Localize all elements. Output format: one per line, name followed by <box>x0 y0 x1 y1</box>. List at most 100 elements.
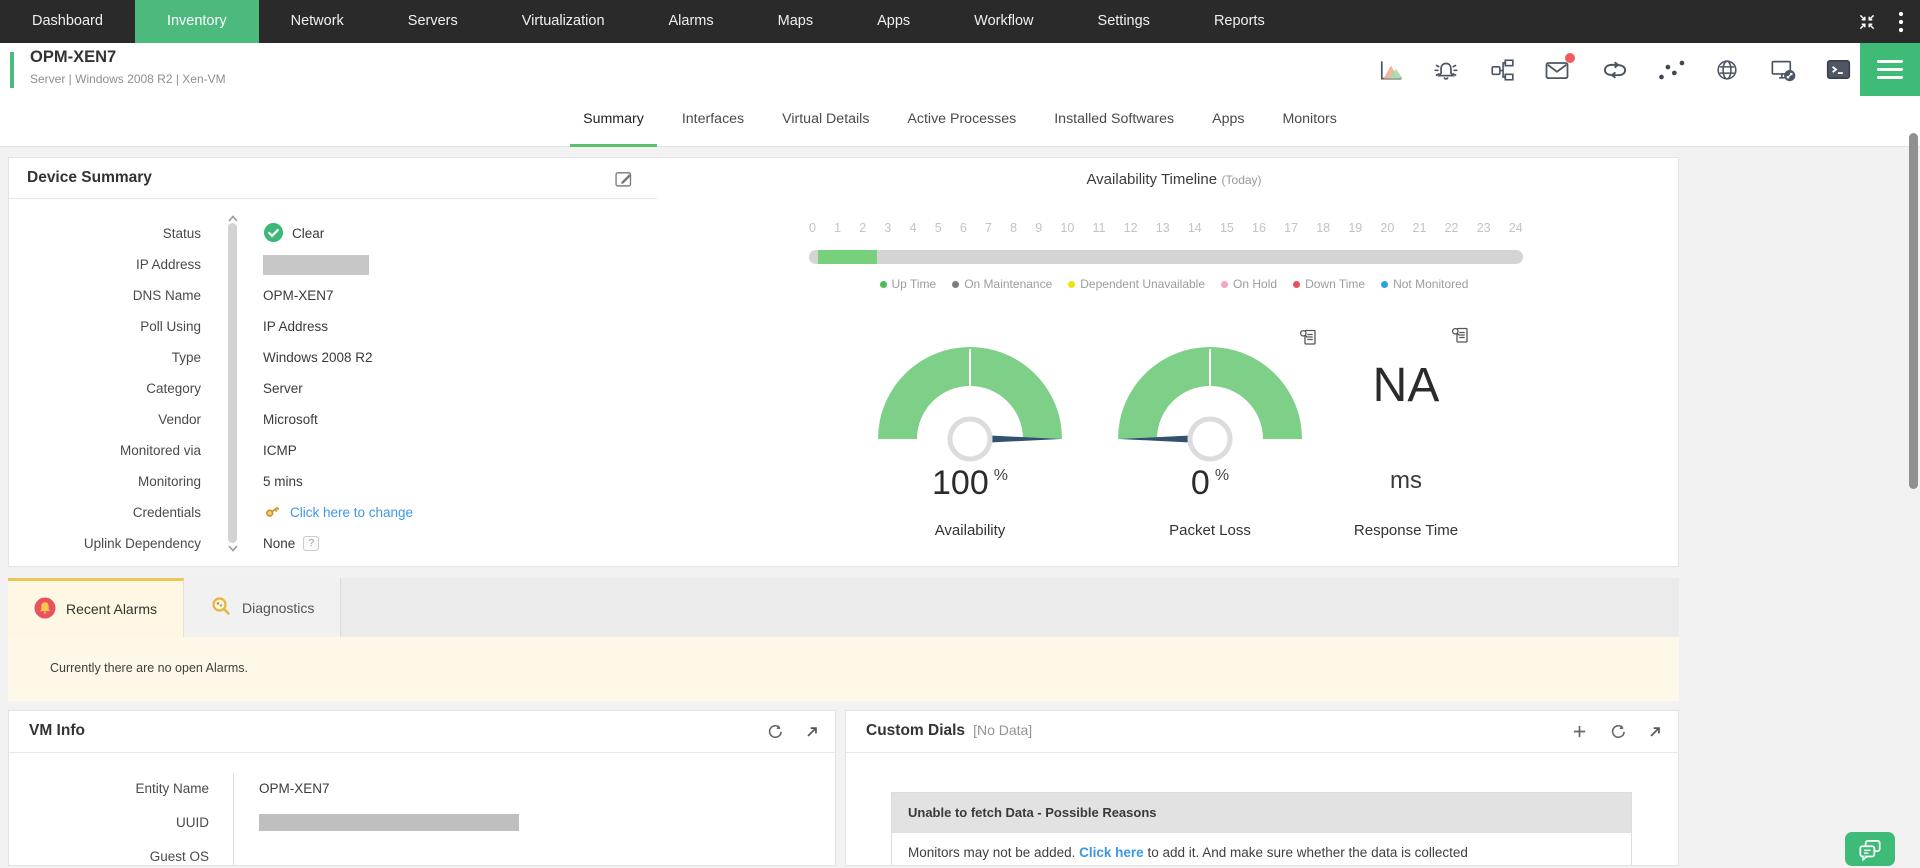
response-time-unit: ms <box>1276 467 1536 495</box>
gauge-label: Response Time <box>1276 522 1536 539</box>
availability-timeline-bar[interactable] <box>809 250 1523 264</box>
nav-item-alarms[interactable]: Alarms <box>637 0 746 43</box>
field-label: Monitored via <box>23 443 201 458</box>
mail-icon[interactable] <box>1543 57 1571 83</box>
field-label: Category <box>23 381 201 396</box>
hour-tick: 8 <box>1010 221 1017 235</box>
summary-row-vendor: Vendor Microsoft <box>23 404 647 435</box>
field-label: Credentials <box>23 505 201 520</box>
kebab-menu-icon[interactable] <box>1898 11 1904 33</box>
performance-chart-icon[interactable] <box>1378 57 1404 83</box>
nav-item-virtualization[interactable]: Virtualization <box>490 0 637 43</box>
help-badge[interactable]: ? <box>303 536 319 551</box>
error-title: Unable to fetch Data - Possible Reasons <box>892 793 1631 833</box>
web-globe-icon[interactable] <box>1714 57 1740 83</box>
nav-item-settings[interactable]: Settings <box>1066 0 1182 43</box>
legend-dot <box>1221 281 1228 288</box>
tab-label: Recent Alarms <box>66 601 157 617</box>
nav-item-dashboard[interactable]: Dashboard <box>0 0 135 43</box>
nav-item-network[interactable]: Network <box>259 0 376 43</box>
hamburger-menu-button[interactable] <box>1860 43 1920 96</box>
collapse-icon[interactable] <box>1856 11 1878 33</box>
credentials-change-link[interactable]: Click here to change <box>290 505 413 520</box>
field-label: Vendor <box>23 412 201 427</box>
summary-row-type: Type Windows 2008 R2 <box>23 342 647 373</box>
nav-item-workflow[interactable]: Workflow <box>942 0 1065 43</box>
field-label: Entity Name <box>9 781 209 796</box>
edit-icon[interactable] <box>613 168 634 194</box>
terminal-icon[interactable] <box>1825 57 1852 82</box>
expand-icon[interactable] <box>805 725 819 739</box>
hour-tick: 14 <box>1188 221 1202 235</box>
field-label: Status <box>23 226 201 241</box>
hour-tick: 7 <box>985 221 992 235</box>
field-value: Clear <box>263 222 647 246</box>
summary-row-dns-name: DNS Name OPM-XEN7 <box>23 280 647 311</box>
scrollbar-thumb[interactable] <box>228 223 237 543</box>
expand-icon[interactable] <box>1648 725 1662 739</box>
page-scrollbar-thumb[interactable] <box>1909 133 1918 489</box>
tab-interfaces[interactable]: Interfaces <box>669 96 757 147</box>
tab-diagnostics[interactable]: Diagnostics <box>184 578 341 637</box>
vm-info-title: VM Info <box>29 722 85 740</box>
tab-installed-softwares[interactable]: Installed Softwares <box>1041 96 1187 147</box>
nav-menu: DashboardInventoryNetworkServersVirtuali… <box>0 0 1297 43</box>
device-header: OPM-XEN7 Server | Windows 2008 R2 | Xen-… <box>0 43 1920 96</box>
tab-summary[interactable]: Summary <box>570 96 657 147</box>
hour-tick: 16 <box>1252 221 1266 235</box>
field-label: Monitoring <box>23 474 201 489</box>
hour-tick: 0 <box>809 221 816 235</box>
tab-monitors[interactable]: Monitors <box>1269 96 1349 147</box>
vm-row-entity-name: Entity Name OPM-XEN7 <box>9 778 835 799</box>
legend-on-hold: On Hold <box>1221 277 1277 291</box>
alarm-bell-icon[interactable] <box>1432 57 1460 83</box>
sparkline-icon[interactable] <box>1658 57 1686 83</box>
chat-support-button[interactable] <box>1845 832 1895 866</box>
add-dial-icon[interactable] <box>1572 724 1587 739</box>
custom-dials-panel: Custom Dials[No Data] Unable to fetch Da… <box>845 710 1679 866</box>
summary-row-category: Category Server <box>23 373 647 404</box>
nav-item-reports[interactable]: Reports <box>1182 0 1297 43</box>
legend-dot <box>1068 281 1075 288</box>
vm-info-header: VM Info <box>9 711 835 753</box>
dependency-link-icon[interactable] <box>1600 57 1630 83</box>
hour-tick: 13 <box>1156 221 1170 235</box>
workflow-icon[interactable] <box>1489 57 1515 83</box>
tab-recent-alarms[interactable]: Recent Alarms <box>8 578 184 637</box>
summary-row-ip-address: IP Address <box>23 249 647 280</box>
vm-info-fields: Entity Name OPM-XEN7 UUID Guest OS <box>9 778 835 866</box>
redacted-value <box>263 255 369 275</box>
tab-virtual-details[interactable]: Virtual Details <box>769 96 882 147</box>
device-title: OPM-XEN7 <box>30 48 116 67</box>
hour-tick: 21 <box>1413 221 1427 235</box>
nav-item-servers[interactable]: Servers <box>376 0 490 43</box>
tab-apps[interactable]: Apps <box>1199 96 1257 147</box>
refresh-icon[interactable] <box>1609 723 1626 740</box>
nav-item-inventory[interactable]: Inventory <box>135 0 259 43</box>
hour-tick: 22 <box>1445 221 1459 235</box>
add-monitor-link[interactable]: Click here <box>1079 845 1144 860</box>
vm-info-panel: VM Info Entity Name OPM-XEN7 UUID Guest … <box>8 710 836 866</box>
field-value <box>259 814 519 831</box>
nav-item-maps[interactable]: Maps <box>746 0 845 43</box>
legend-on-maintenance: On Maintenance <box>952 277 1052 291</box>
scroll-down-icon[interactable] <box>227 540 239 558</box>
hour-tick: 1 <box>834 221 841 235</box>
gauge-label: Availability <box>840 522 1100 539</box>
legend-up-time: Up Time <box>880 277 937 291</box>
nav-item-apps[interactable]: Apps <box>845 0 942 43</box>
tab-active-processes[interactable]: Active Processes <box>894 96 1029 147</box>
field-value: Microsoft <box>263 412 647 427</box>
summary-row-monitoring: Monitoring 5 mins <box>23 466 647 497</box>
summary-scrollbar[interactable] <box>227 210 239 558</box>
hour-tick: 2 <box>859 221 866 235</box>
field-value: None? <box>263 536 647 551</box>
device-summary-fields: Status Clear IP Address DNS Name OPM-XEN… <box>23 204 647 566</box>
remote-connection-icon[interactable] <box>1769 57 1797 83</box>
device-subtitle: Server | Windows 2008 R2 | Xen-VM <box>30 72 226 86</box>
chat-icon <box>1856 837 1884 866</box>
response-time-readout: NA ms Response Time <box>1276 336 1536 551</box>
alarm-tab-strip: Recent Alarms Diagnostics <box>8 578 1679 637</box>
status-text: Clear <box>292 226 324 241</box>
refresh-icon[interactable] <box>766 723 783 740</box>
